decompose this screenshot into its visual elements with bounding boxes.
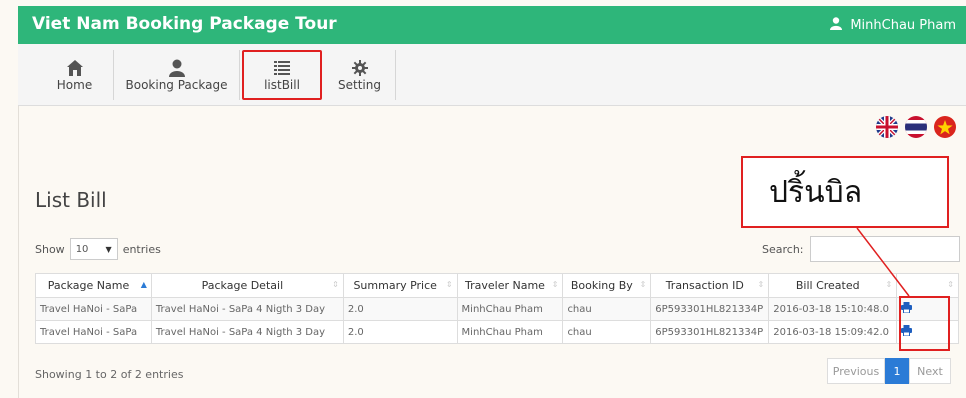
column-label: Package Name	[47, 279, 130, 292]
print-bill-callout: ปริ้นบิล	[741, 156, 949, 228]
cell-traveler-name: MinhChau Pham	[456, 320, 564, 344]
col-package-name[interactable]: Package Name ▲	[35, 273, 152, 298]
nav-label: Booking Package	[125, 78, 228, 92]
length-control: Show 10 ▼ entries	[35, 238, 161, 260]
search-input[interactable]	[809, 236, 960, 262]
main-content: List Bill Show 10 ▼ entries Search: ปริ้…	[18, 106, 966, 398]
sort-icon: ⇕	[947, 280, 954, 289]
nav-listbill[interactable]: listBill	[242, 50, 322, 100]
page-1-button[interactable]: 1	[885, 358, 909, 384]
language-switcher	[876, 116, 956, 138]
app-title: Viet Nam Booking Package Tour	[32, 14, 337, 34]
sort-icon: ⇕	[551, 280, 559, 289]
caret-down-icon: ▼	[105, 244, 112, 254]
col-summary-price[interactable]: Summary Price ⇕	[342, 273, 458, 298]
en-flag-icon[interactable]	[876, 116, 898, 138]
cell-booking-by: chau	[562, 320, 652, 344]
gear-icon	[351, 58, 368, 78]
user-icon	[830, 17, 843, 34]
column-label: Booking By	[570, 279, 633, 292]
pagination: Previous 1 Next	[827, 358, 951, 384]
cell-bill-created: 2016-03-18 15:10:48.0	[768, 297, 898, 321]
column-label: Summary Price	[353, 279, 437, 292]
home-icon	[66, 58, 84, 78]
callout-text: ปริ้นบิล	[769, 174, 863, 210]
print-icon[interactable]	[901, 302, 913, 316]
nav-label: Setting	[338, 78, 381, 92]
sort-icon: ⇕	[445, 280, 453, 289]
nav-booking-package[interactable]: Booking Package	[114, 50, 240, 100]
col-bill-created[interactable]: Bill Created ⇕	[768, 273, 898, 298]
page-title: List Bill	[35, 188, 107, 212]
sort-icon: ⇕	[332, 280, 339, 289]
col-transaction-id[interactable]: Transaction ID ⇕	[650, 273, 770, 298]
table-row: Travel HaNoi - SaPa Travel HaNoi - SaPa …	[35, 320, 959, 344]
print-icon[interactable]	[901, 325, 913, 339]
col-package-detail[interactable]: Package Detail ⇕	[150, 273, 344, 298]
user-menu[interactable]: MinhChau Pham	[830, 17, 956, 34]
page-length-value: 10	[75, 243, 89, 255]
cell-package-name: Travel HaNoi - SaPa	[35, 320, 152, 344]
cell-transaction-id: 6P593301HL821334P	[650, 320, 770, 344]
cell-print	[896, 297, 959, 321]
col-traveler-name[interactable]: Traveler Name ⇕	[456, 273, 564, 298]
page-length-select[interactable]: 10 ▼	[69, 238, 118, 260]
sort-icon: ⇕	[639, 280, 647, 289]
table-row: Travel HaNoi - SaPa Travel HaNoi - SaPa …	[35, 297, 959, 321]
cell-package-name: Travel HaNoi - SaPa	[35, 297, 152, 321]
search-control: Search:	[762, 236, 960, 262]
vn-flag-icon[interactable]	[934, 116, 956, 138]
th-flag-icon[interactable]	[905, 116, 927, 138]
column-label: Traveler Name	[465, 279, 545, 292]
table-header-row: Package Name ▲ Package Detail ⇕ Summary Pr…	[35, 273, 959, 298]
show-label: Show	[35, 242, 65, 256]
cell-traveler-name: MinhChau Pham	[456, 297, 564, 321]
top-header: Viet Nam Booking Package Tour MinhChau P…	[18, 6, 966, 44]
nav-home[interactable]: Home	[36, 50, 114, 100]
nav-setting[interactable]: Setting	[324, 50, 396, 100]
sort-asc-icon: ▲	[140, 280, 147, 289]
user-name: MinhChau Pham	[850, 18, 956, 33]
cell-summary-price: 2.0	[342, 320, 458, 344]
cell-package-detail: Travel HaNoi - SaPa 4 Nigth 3 Day	[150, 320, 344, 344]
list-icon	[274, 58, 290, 78]
table-info: Showing 1 to 2 of 2 entries	[35, 368, 184, 381]
next-button[interactable]: Next	[909, 358, 951, 384]
previous-button[interactable]: Previous	[827, 358, 885, 384]
cell-summary-price: 2.0	[342, 297, 458, 321]
bill-table: Package Name ▲ Package Detail ⇕ Summary Pr…	[35, 273, 959, 344]
search-label: Search:	[762, 242, 804, 256]
col-print[interactable]: ⇕	[896, 273, 959, 298]
cell-package-detail: Travel HaNoi - SaPa 4 Nigth 3 Day	[150, 297, 344, 321]
sort-icon: ⇕	[757, 280, 765, 289]
nav-label: listBill	[264, 78, 300, 92]
nav-label: Home	[56, 78, 93, 92]
main-nav: Home Booking Package listBill Setting	[18, 44, 966, 106]
cell-booking-by: chau	[562, 297, 652, 321]
cell-bill-created: 2016-03-18 15:09:42.0	[768, 320, 898, 344]
col-booking-by[interactable]: Booking By ⇕	[562, 273, 652, 298]
column-label: Transaction ID	[665, 279, 744, 292]
column-label: Bill Created	[795, 279, 860, 292]
cell-print	[896, 320, 959, 344]
column-label: Package Detail	[201, 279, 284, 292]
user-icon	[168, 58, 185, 78]
sort-icon: ⇕	[885, 280, 893, 289]
entries-label: entries	[122, 242, 161, 256]
cell-transaction-id: 6P593301HL821334P	[650, 297, 770, 321]
